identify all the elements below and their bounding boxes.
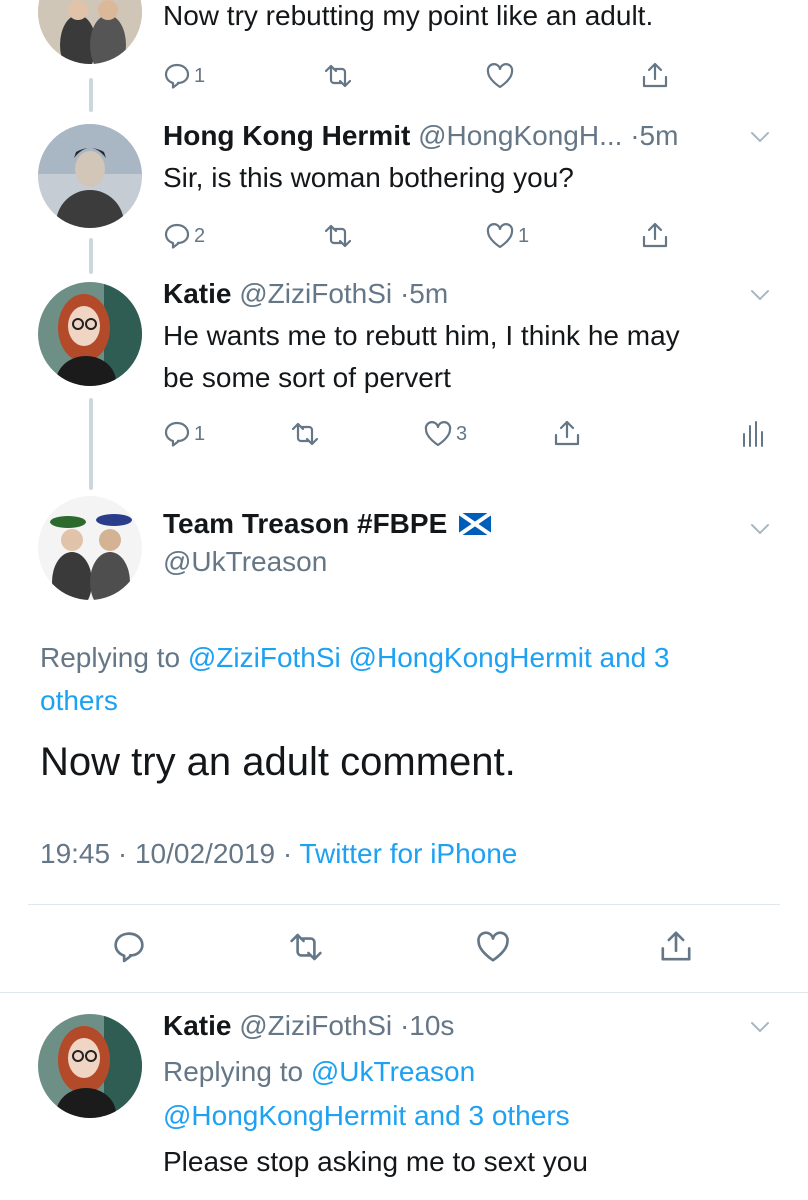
- display-name[interactable]: Katie: [163, 278, 231, 309]
- tweet-meta: 19:45 · 10/02/2019 · Twitter for iPhone: [40, 838, 517, 870]
- retweet-button[interactable]: [288, 930, 324, 964]
- chevron-down-icon[interactable]: [750, 522, 770, 536]
- share-button[interactable]: [658, 928, 694, 964]
- separator: ·: [117, 838, 128, 869]
- separator: ·: [399, 278, 410, 309]
- like-button[interactable]: 1: [485, 222, 529, 250]
- tweet-text: Sir, is this woman bothering you?: [163, 162, 574, 193]
- tweet-source[interactable]: Twitter for iPhone: [300, 838, 518, 869]
- retweet-icon: [324, 224, 352, 248]
- reply-button[interactable]: 1: [163, 62, 205, 90]
- separator: ·: [630, 120, 640, 151]
- thread-line: [89, 398, 93, 490]
- like-count: 1: [518, 224, 530, 247]
- share-icon: [554, 420, 580, 446]
- focused-display-name-row: Team Treason #FBPE: [163, 508, 493, 540]
- like-button[interactable]: [485, 62, 515, 90]
- heart-icon: [486, 223, 514, 249]
- replying-prefix: Replying to: [163, 1056, 304, 1087]
- avatar-team-treason[interactable]: [38, 496, 142, 600]
- reply-count: 1: [194, 64, 206, 87]
- avatar-katie[interactable]: [38, 1014, 142, 1118]
- like-button[interactable]: [475, 930, 511, 964]
- heart-icon: [424, 421, 452, 447]
- reply-button[interactable]: 1: [163, 420, 205, 448]
- analytics-icon: [743, 421, 763, 447]
- reply-icon: [164, 63, 190, 89]
- tweet-time: 19:45: [40, 838, 111, 869]
- avatar-image: [38, 124, 142, 228]
- separator: ·: [282, 838, 293, 869]
- heart-icon: [486, 63, 514, 89]
- share-button[interactable]: [552, 418, 582, 448]
- user-handle[interactable]: @HongKongH...: [418, 120, 622, 151]
- like-button[interactable]: 3: [423, 420, 467, 448]
- retweet-button[interactable]: [290, 420, 320, 448]
- analytics-button[interactable]: [740, 420, 764, 448]
- chevron-down-icon[interactable]: [750, 1020, 770, 1034]
- retweet-icon: [290, 933, 322, 961]
- user-handle[interactable]: @ZiziFothSi: [239, 1010, 392, 1041]
- tweet-text-line: He wants me to rebutt him, I think he ma…: [163, 320, 680, 351]
- share-button[interactable]: [640, 220, 670, 250]
- retweet-icon: [291, 422, 319, 446]
- replying-mention[interactable]: @UkTreason: [311, 1056, 475, 1087]
- avatar-image: [38, 496, 142, 600]
- reply-icon: [114, 932, 144, 963]
- replying-mentions[interactable]: @ZiziFothSi @HongKongHermit and 3: [188, 642, 670, 673]
- retweet-button[interactable]: [323, 62, 353, 90]
- user-handle[interactable]: @UkTreason: [163, 546, 327, 578]
- reply-count: 2: [194, 224, 206, 247]
- share-icon: [642, 62, 668, 88]
- thread-line: [89, 78, 93, 112]
- share-button[interactable]: [640, 60, 670, 90]
- avatar-image: [38, 0, 142, 64]
- replying-prefix: Replying to: [40, 642, 181, 673]
- reply-button[interactable]: 2: [163, 222, 205, 250]
- chevron-down-icon[interactable]: [750, 288, 770, 302]
- tweet-text: Please stop asking me to sext you: [163, 1146, 588, 1177]
- avatar-katie[interactable]: [38, 282, 142, 386]
- reply-button[interactable]: [112, 930, 146, 964]
- replying-to: Replying to @ZiziFothSi @HongKongHermit …: [40, 642, 670, 674]
- timestamp[interactable]: 5m: [640, 120, 679, 151]
- retweet-button[interactable]: [323, 222, 353, 250]
- tweet-text: Now try rebutting my point like an adult…: [163, 0, 654, 31]
- retweet-icon: [324, 64, 352, 88]
- avatar-hong-kong-hermit[interactable]: [38, 124, 142, 228]
- replying-mentions-continued[interactable]: others: [40, 685, 118, 717]
- share-icon: [642, 222, 668, 248]
- display-name[interactable]: Katie: [163, 1010, 231, 1041]
- display-name[interactable]: Team Treason #FBPE: [163, 508, 447, 539]
- avatar-image: [38, 282, 142, 386]
- reply-icon: [164, 421, 190, 447]
- timestamp[interactable]: 5m: [409, 278, 448, 309]
- timestamp[interactable]: 10s: [409, 1010, 454, 1041]
- focused-tweet-text: Now try an adult comment.: [40, 740, 516, 784]
- avatar-image: [38, 1014, 142, 1118]
- share-icon: [661, 931, 691, 961]
- avatar-team-treason[interactable]: [38, 0, 142, 64]
- chevron-down-icon[interactable]: [750, 130, 770, 144]
- tweet-header: Hong Kong Hermit @HongKongH... ·5m: [163, 120, 678, 152]
- replying-to: Replying to @UkTreason: [163, 1056, 475, 1088]
- divider: [0, 992, 808, 993]
- tweet-header: Katie @ZiziFothSi ·10s: [163, 1010, 454, 1042]
- separator: ·: [399, 1010, 410, 1041]
- tweet-date: 10/02/2019: [134, 838, 276, 869]
- divider: [28, 904, 780, 905]
- display-name[interactable]: Hong Kong Hermit: [163, 120, 410, 151]
- scotland-flag-icon: [457, 511, 493, 537]
- heart-icon: [477, 931, 509, 962]
- tweet-text-line: be some sort of pervert: [163, 362, 451, 393]
- replying-mentions-continued[interactable]: @HongKongHermit and 3 others: [163, 1100, 570, 1132]
- reply-count: 1: [194, 422, 206, 445]
- reply-icon: [164, 223, 190, 249]
- tweet-header: Katie @ZiziFothSi ·5m: [163, 278, 448, 310]
- thread-line: [89, 238, 93, 274]
- user-handle[interactable]: @ZiziFothSi: [239, 278, 392, 309]
- like-count: 3: [456, 422, 468, 445]
